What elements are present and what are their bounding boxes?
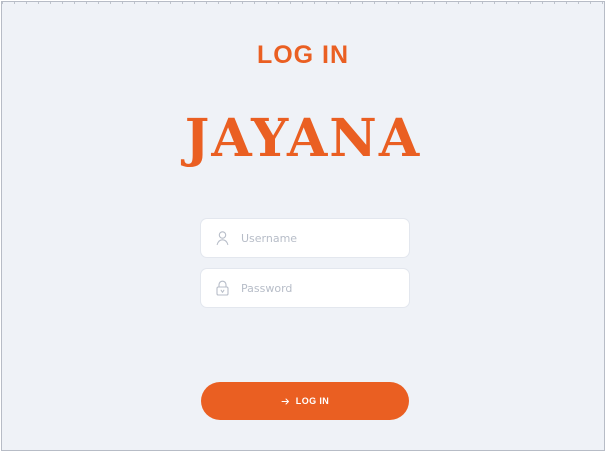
username-input[interactable] xyxy=(241,219,401,257)
username-field[interactable] xyxy=(201,219,409,257)
top-border-dashes xyxy=(2,2,604,4)
lock-icon xyxy=(214,279,231,297)
brand-logo: JAYANA xyxy=(184,108,422,169)
login-button[interactable]: LOG IN xyxy=(201,382,409,420)
login-button-label: LOG IN xyxy=(295,396,330,406)
user-icon xyxy=(214,229,231,247)
password-input[interactable] xyxy=(241,269,401,307)
login-screen: LOG IN JAYANA LOG IN xyxy=(1,1,605,451)
password-field[interactable] xyxy=(201,269,409,307)
page-title: LOG IN xyxy=(256,41,350,69)
arrow-right-icon xyxy=(281,397,290,406)
